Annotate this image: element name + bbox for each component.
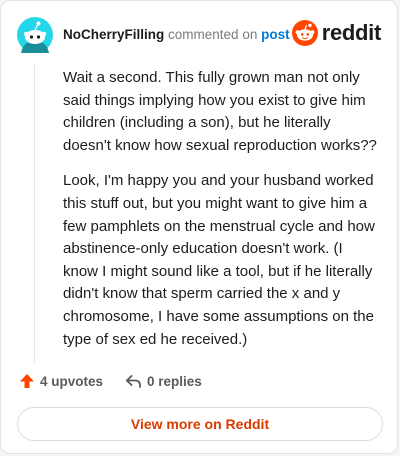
view-more-button[interactable]: View more on Reddit	[17, 407, 383, 441]
reddit-wordmark: reddit	[321, 20, 382, 45]
reddit-logo[interactable]: reddit	[291, 20, 382, 46]
avatar[interactable]	[17, 17, 53, 53]
upvote-count: 4 upvotes	[40, 373, 104, 389]
reply-button[interactable]: 0 replies	[125, 373, 202, 389]
post-link[interactable]: post	[261, 27, 290, 42]
reply-arrow-icon	[125, 375, 141, 388]
comment-card: NoCherryFilling commented on post reddit…	[0, 0, 398, 454]
comment-paragraph: Look, I'm happy you and your husband wor…	[63, 172, 375, 348]
reply-count: 0 replies	[147, 373, 202, 389]
reddit-logo-icon	[291, 20, 318, 46]
upvote-button[interactable]: 4 upvotes	[19, 373, 103, 389]
upvote-arrow-icon	[20, 374, 34, 388]
comment-body: Wait a second. This fully grown man not …	[63, 67, 381, 364]
comment-paragraph: Wait a second. This fully grown man not …	[63, 69, 377, 154]
comment-header: NoCherryFilling commented on post	[63, 27, 290, 42]
commented-on-text: commented on	[168, 27, 258, 42]
username[interactable]: NoCherryFilling	[63, 27, 164, 42]
comment-actions: 4 upvotes 0 replies	[19, 373, 202, 389]
thread-line	[34, 63, 35, 363]
